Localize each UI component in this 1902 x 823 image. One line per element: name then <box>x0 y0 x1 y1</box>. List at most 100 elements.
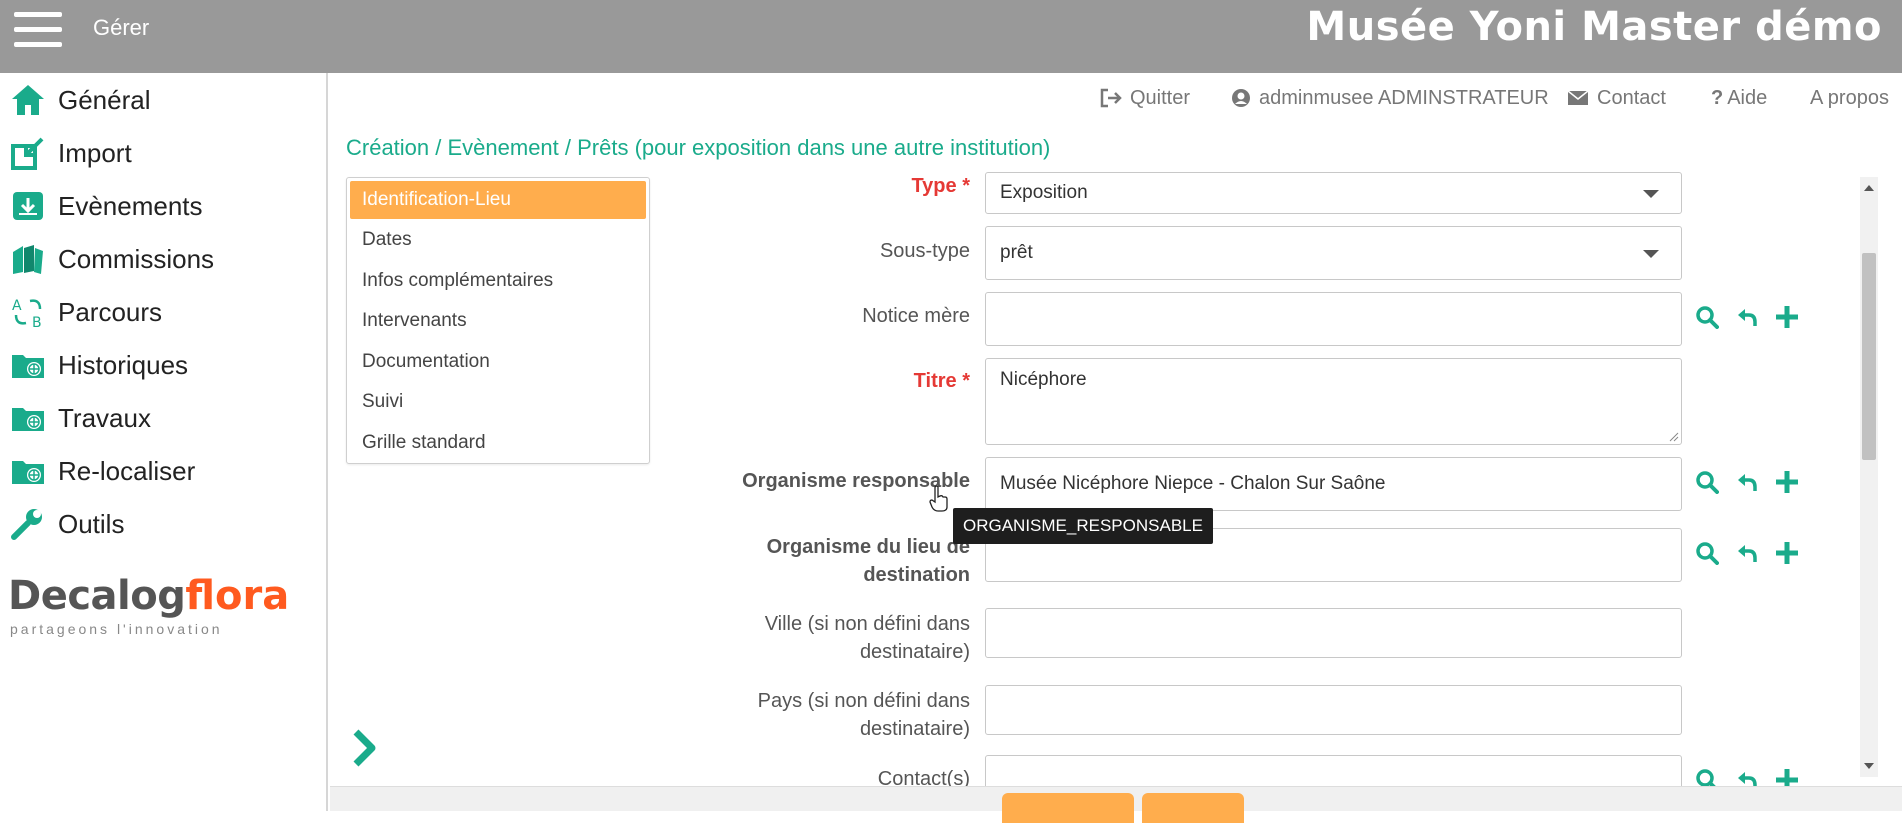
about-link[interactable]: A propos <box>1810 87 1889 110</box>
titre-label: Titre * <box>913 370 970 392</box>
undo-icon[interactable] <box>1732 765 1762 786</box>
hand-cursor-icon <box>928 485 950 518</box>
tooltip: ORGANISME_RESPONSABLE <box>953 508 1213 544</box>
scroll-thumb[interactable] <box>1862 253 1876 460</box>
contacts-actions <box>1692 765 1802 786</box>
sidebar-item-outils[interactable]: Outils <box>8 504 124 544</box>
sidebar-item-label: Evènements <box>58 190 203 221</box>
organisme-responsable-value: Musée Nicéphore Niepce - Chalon Sur Saôn… <box>1000 473 1386 494</box>
quit-link[interactable]: Quitter <box>1100 87 1190 110</box>
svg-text:A: A <box>12 298 22 314</box>
vertical-scrollbar[interactable] <box>1860 177 1878 777</box>
sidebar-item-parcours[interactable]: AB Parcours <box>8 292 162 332</box>
search-icon[interactable] <box>1692 467 1722 497</box>
scroll-down-arrow-icon[interactable] <box>1860 755 1878 777</box>
sidebar-item-evenements[interactable]: Evènements <box>8 186 203 226</box>
books-icon <box>8 241 48 277</box>
decalog-flora-logo: Decalogflora partageons l'innovation <box>8 573 290 637</box>
contact-link[interactable]: Contact <box>1567 87 1666 110</box>
sidebar-item-import[interactable]: Import <box>8 133 132 173</box>
quit-label: Quitter <box>1130 86 1191 109</box>
scroll-up-arrow-icon[interactable] <box>1860 177 1878 199</box>
about-label: A propos <box>1810 86 1889 109</box>
tab-dates[interactable]: Dates <box>350 221 646 259</box>
sidebar-item-label: Historiques <box>58 349 189 380</box>
sous-type-value: prêt <box>1000 242 1033 263</box>
user-link[interactable]: adminmusee ADMINSTRATEUR <box>1231 87 1549 110</box>
organisme-destination-actions <box>1692 538 1802 568</box>
bottom-action-button-2[interactable] <box>1142 793 1244 823</box>
sidebar-item-general[interactable]: Général <box>8 80 151 120</box>
sidebar-item-historiques[interactable]: Historiques <box>8 345 188 385</box>
contacts-label: Contact(s) <box>877 768 970 786</box>
titre-textarea[interactable]: Nicéphore <box>985 358 1682 445</box>
hamburger-menu-icon[interactable] <box>14 12 62 48</box>
tab-intervenants[interactable]: Intervenants <box>350 302 646 340</box>
add-icon[interactable] <box>1772 765 1802 786</box>
sidebar-item-travaux[interactable]: Travaux <box>8 398 151 438</box>
breadcrumb[interactable]: Création / Evènement / Prêts (pour expos… <box>346 135 1050 161</box>
app-title: Musée Yoni Master démo <box>1306 4 1882 50</box>
contact-label: Contact <box>1597 86 1666 109</box>
route-icon: AB <box>8 294 48 330</box>
folder-globe-icon <box>8 400 48 436</box>
sign-out-icon <box>1100 88 1122 108</box>
sidebar-item-label: Import <box>58 137 132 168</box>
add-icon[interactable] <box>1772 538 1802 568</box>
search-icon[interactable] <box>1692 538 1722 568</box>
type-label: Type * <box>911 175 970 197</box>
user-circle-icon <box>1232 89 1250 107</box>
tab-documentation[interactable]: Documentation <box>350 343 646 381</box>
svg-text:B: B <box>32 315 42 329</box>
notice-mere-actions <box>1692 302 1802 332</box>
folder-globe-icon <box>8 347 48 383</box>
type-value: Exposition <box>1000 182 1088 203</box>
bottom-action-button-1[interactable] <box>1002 793 1134 823</box>
tab-grille-standard[interactable]: Grille standard <box>350 424 646 462</box>
notice-mere-input[interactable] <box>985 292 1682 346</box>
search-icon[interactable] <box>1692 765 1722 786</box>
sidebar-item-relocaliser[interactable]: Re-localiser <box>8 451 195 491</box>
pays-input[interactable] <box>985 685 1682 735</box>
add-icon[interactable] <box>1772 467 1802 497</box>
sidebar-item-label: Parcours <box>58 296 163 327</box>
tab-infos-complementaires[interactable]: Infos complémentaires <box>350 262 646 300</box>
ville-input[interactable] <box>985 608 1682 658</box>
help-link[interactable]: ? Aide <box>1711 87 1767 110</box>
sidebar-item-label: Outils <box>58 508 125 539</box>
folder-globe-icon <box>8 453 48 489</box>
sidebar-item-label: Général <box>58 84 151 115</box>
top-bar: Gérer Musée Yoni Master démo <box>0 0 1902 73</box>
sous-type-label: Sous-type <box>879 240 970 262</box>
sous-type-select[interactable]: prêt <box>985 226 1682 280</box>
search-icon[interactable] <box>1692 302 1722 332</box>
organisme-responsable-input[interactable]: Musée Nicéphore Niepce - Chalon Sur Saôn… <box>985 457 1682 511</box>
import-icon <box>8 135 48 171</box>
undo-icon[interactable] <box>1732 538 1762 568</box>
question-icon: ? <box>1711 86 1724 109</box>
home-icon <box>8 82 48 118</box>
tab-identification-lieu[interactable]: Identification-Lieu <box>350 181 646 219</box>
sidebar-item-label: Commissions <box>58 243 215 274</box>
user-label: adminmusee ADMINSTRATEUR <box>1259 86 1549 109</box>
type-select[interactable]: Exposition <box>985 172 1682 214</box>
sidebar-item-commissions[interactable]: Commissions <box>8 239 214 279</box>
notice-mere-label: Notice mère <box>862 305 970 327</box>
undo-icon[interactable] <box>1732 467 1762 497</box>
add-icon[interactable] <box>1772 302 1802 332</box>
organisme-responsable-actions <box>1692 467 1802 497</box>
next-chevron-icon[interactable] <box>350 728 380 768</box>
sidebar: Général Import Evènements Commissions AB… <box>0 73 328 811</box>
undo-icon[interactable] <box>1732 302 1762 332</box>
help-label: Aide <box>1727 86 1768 109</box>
contacts-input[interactable] <box>985 755 1682 786</box>
section-tab-menu: Identification-Lieu Dates Infos compléme… <box>346 177 650 464</box>
contacts-row-clip: Contact(s) <box>700 755 1860 786</box>
resize-grip-icon[interactable] <box>1667 430 1679 442</box>
wrench-icon <box>8 506 48 542</box>
tab-suivi[interactable]: Suivi <box>350 383 646 421</box>
menu-label[interactable]: Gérer <box>93 15 149 41</box>
pays-label: Pays (si non défini dans destinataire) <box>757 690 970 740</box>
sidebar-item-label: Re-localiser <box>58 455 196 486</box>
organisme-destination-label: Organisme du lieu de destination <box>766 536 970 586</box>
